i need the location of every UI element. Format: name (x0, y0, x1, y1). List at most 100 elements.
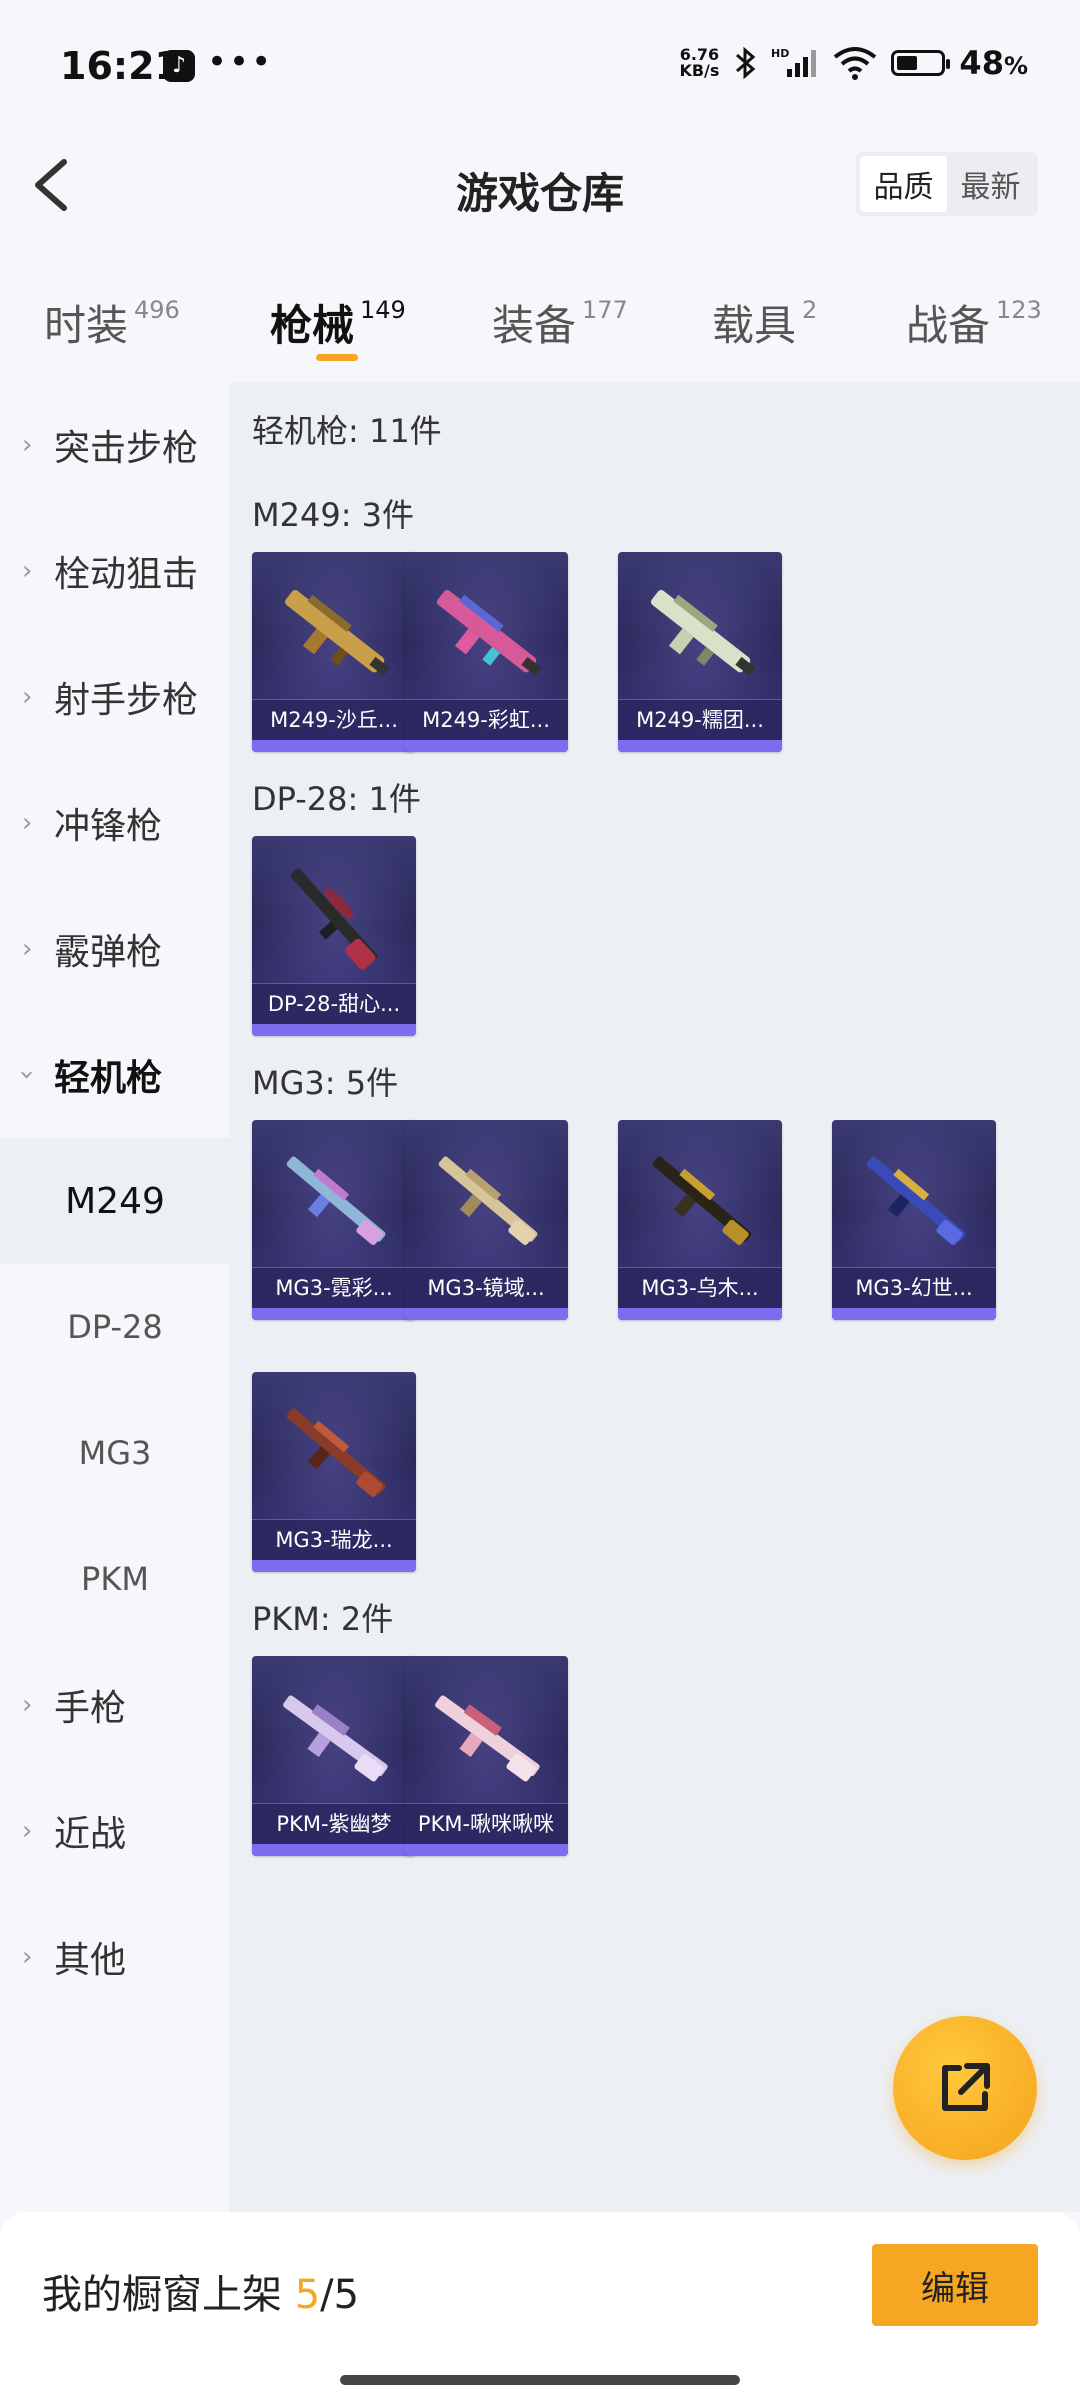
skin-card-name: M249-糯团... (618, 699, 782, 740)
sidebar-item-lmg[interactable]: › 轻机枪 (0, 1012, 230, 1138)
status-bar: 16:21 ♪ ••• 6.76 KB/s HD 48% (0, 0, 1080, 140)
rarity-strip (618, 1308, 782, 1320)
tab-count: 123 (996, 296, 1042, 324)
battery-level-fill (897, 56, 918, 70)
weapon-dp28-icon (290, 868, 378, 970)
sidebar-item-other[interactable]: › 其他 (0, 1894, 230, 2020)
weapon-mg3-icon (438, 1156, 538, 1246)
sidebar-sub-dp28[interactable]: DP-28 (0, 1264, 230, 1390)
sidebar-item-label: 近战 (54, 1814, 127, 1855)
weapon-mg3-icon (866, 1156, 966, 1246)
skin-card[interactable]: MG3-乌木... (618, 1120, 782, 1320)
skin-card[interactable]: PKM-紫幽梦 (252, 1656, 416, 1856)
skin-card-name: M249-彩虹... (404, 699, 568, 740)
chevron-right-icon: › (22, 1690, 33, 1720)
chevron-right-icon: › (22, 556, 33, 586)
sidebar-sub-m249[interactable]: M249 (0, 1138, 230, 1264)
more-notifications-icon: ••• (207, 42, 274, 82)
skin-card-name: M249-沙丘... (252, 699, 416, 740)
tab-fashion[interactable]: 时装 496 (44, 292, 180, 353)
tab-firearms[interactable]: 枪械 149 (270, 292, 406, 353)
sidebar-item-smg[interactable]: › 冲锋枪 (0, 760, 230, 886)
sidebar-item-label: 霰弹枪 (54, 932, 163, 973)
sidebar-item-assault-rifle[interactable]: › 突击步枪 (0, 382, 230, 508)
cellular-signal-icon: HD (771, 47, 817, 77)
home-indicator[interactable] (340, 2375, 740, 2385)
tab-count: 177 (582, 296, 628, 324)
weapon-category-sidebar: › 突击步枪 › 栓动狙击 › 射手步枪 › 冲锋枪 › 霰弹枪 › 轻机枪 M… (0, 382, 230, 2212)
sidebar-sub-mg3[interactable]: MG3 (0, 1390, 230, 1516)
tab-label: 时装 (44, 301, 129, 350)
active-tab-indicator (316, 354, 358, 361)
rarity-strip (252, 740, 416, 752)
skin-card[interactable]: MG3-霓彩... (252, 1120, 416, 1320)
share-button[interactable] (893, 2016, 1037, 2160)
showcase-total: 5 (333, 2272, 360, 2318)
skin-card[interactable]: M249-沙丘... (252, 552, 416, 752)
skin-card[interactable]: MG3-镜域... (404, 1120, 568, 1320)
weapon-mg3-icon (286, 1156, 386, 1246)
battery-percent-unit: % (1003, 52, 1028, 80)
network-speed-unit: KB/s (679, 61, 720, 80)
rarity-strip (252, 1308, 416, 1320)
weapon-m249-icon (284, 590, 390, 676)
weapon-m249-icon (436, 590, 542, 676)
rarity-strip (404, 740, 568, 752)
sidebar-item-label: 射手步枪 (54, 680, 199, 721)
tab-count: 149 (360, 296, 406, 324)
weapon-pkm-icon (435, 1695, 540, 1782)
bluetooth-icon (736, 46, 756, 80)
sidebar-sub-pkm[interactable]: PKM (0, 1516, 230, 1642)
category-total: 轻机枪: 11件 (252, 412, 442, 450)
skin-card-name: MG3-镜域... (404, 1267, 568, 1308)
sidebar-item-melee[interactable]: › 近战 (0, 1768, 230, 1894)
weapon-m249-icon (650, 590, 756, 676)
skin-card[interactable]: PKM-啾咪啾咪 (404, 1656, 568, 1856)
battery-percent: 48% (959, 44, 1028, 82)
skin-card[interactable]: MG3-瑞龙... (252, 1372, 416, 1572)
weapon-mg3-icon (652, 1156, 752, 1246)
group-title-m249: M249: 3件 (252, 496, 415, 534)
skin-card-name: MG3-霓彩... (252, 1267, 416, 1308)
group-title-dp28: DP-28: 1件 (252, 780, 421, 818)
group-title-mg3: MG3: 5件 (252, 1064, 399, 1102)
rarity-strip (252, 1560, 416, 1572)
sort-toggle: 品质 最新 (856, 152, 1038, 216)
sidebar-item-label: 轻机枪 (54, 1058, 163, 1099)
sidebar-item-pistol[interactable]: › 手枪 (0, 1642, 230, 1768)
chevron-right-icon: › (22, 934, 33, 964)
skin-card-name: PKM-紫幽梦 (252, 1803, 416, 1844)
sort-option-newest[interactable]: 最新 (947, 156, 1034, 212)
tab-supplies[interactable]: 战备 123 (906, 292, 1042, 353)
battery-icon (891, 50, 951, 76)
tab-label: 载具 (712, 301, 797, 350)
rarity-strip (252, 1844, 416, 1856)
rarity-strip (404, 1308, 568, 1320)
tab-label: 枪械 (270, 301, 355, 350)
tab-equipment[interactable]: 装备 177 (492, 292, 628, 353)
showcase-current: 5 (294, 2272, 321, 2318)
sidebar-item-bolt-sniper[interactable]: › 栓动狙击 (0, 508, 230, 634)
weapon-mg3-icon (286, 1408, 386, 1498)
skin-card[interactable]: M249-彩虹... (404, 552, 568, 752)
wifi-icon (834, 47, 877, 80)
showcase-status: 我的橱窗上架 5/5 (42, 2262, 359, 2320)
sort-option-quality[interactable]: 品质 (860, 156, 947, 212)
weapon-pkm-icon (283, 1695, 388, 1782)
skin-card[interactable]: DP-28-甜心... (252, 836, 416, 1036)
sidebar-item-marksman-rifle[interactable]: › 射手步枪 (0, 634, 230, 760)
sidebar-item-label: 手枪 (54, 1688, 127, 1729)
tab-vehicles[interactable]: 载具 2 (712, 292, 817, 353)
rarity-strip (832, 1308, 996, 1320)
skin-card[interactable]: MG3-幻世... (832, 1120, 996, 1320)
network-speed: 6.76 KB/s (679, 47, 719, 79)
chevron-right-icon: › (22, 808, 33, 838)
sidebar-item-label: 其他 (54, 1940, 127, 1981)
group-title-pkm: PKM: 2件 (252, 1600, 394, 1638)
category-tabs: 时装 496 枪械 149 装备 177 载具 2 战备 123 (0, 280, 1080, 380)
share-external-icon (942, 2063, 990, 2111)
edit-button[interactable]: 编辑 (872, 2244, 1038, 2326)
sidebar-item-shotgun[interactable]: › 霰弹枪 (0, 886, 230, 1012)
skin-card[interactable]: M249-糯团... (618, 552, 782, 752)
weapon-skin-grid: 轻机枪: 11件 M249: 3件 M249-沙丘... M249-彩虹... … (230, 382, 1080, 2212)
